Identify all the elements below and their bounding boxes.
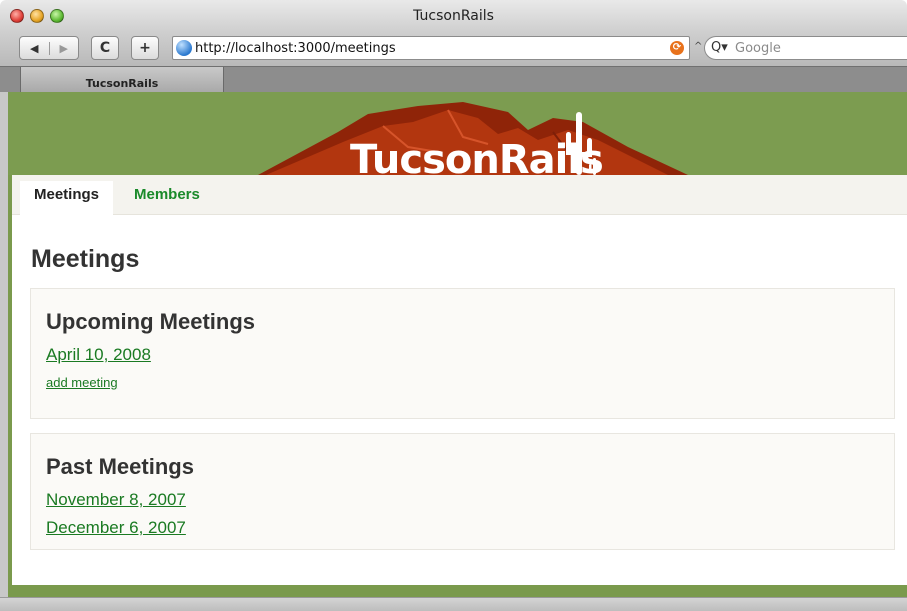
search-icon[interactable]: Q▾ (711, 40, 728, 55)
reload-page-icon[interactable]: ⟳ (670, 41, 684, 55)
snapback-icon[interactable]: ^ (694, 41, 702, 52)
page-footer (8, 585, 907, 597)
window-titlebar: TucsonRails (0, 0, 907, 32)
tab-strip: TucsonRails (0, 66, 907, 92)
window-title: TucsonRails (413, 8, 494, 24)
upcoming-meetings-heading: Upcoming Meetings (46, 309, 256, 334)
site-logo-text[interactable]: TucsonRails (350, 140, 604, 180)
web-page: TucsonRails Meetings Members Meetings Up… (8, 92, 907, 597)
add-bookmark-button[interactable]: + (131, 36, 159, 60)
window-left-edge (0, 92, 8, 597)
tab-tucsonrails[interactable]: TucsonRails (20, 67, 224, 92)
site-banner: TucsonRails (8, 92, 907, 180)
nav-tab-meetings[interactable]: Meetings (20, 181, 114, 215)
main-content: Meetings Members Meetings Upcoming Meeti… (12, 175, 907, 585)
meeting-link[interactable]: November 8, 2007 (46, 490, 186, 510)
browser-toolbar: ◀ ▶ C + http://localhost:3000/meetings ⟳… (0, 32, 907, 66)
back-forward-buttons: ◀ ▶ (19, 36, 79, 60)
past-meetings-panel: Past Meetings November 8, 2007 December … (30, 433, 895, 550)
meeting-link[interactable]: April 10, 2008 (46, 345, 151, 365)
reload-button[interactable]: C (91, 36, 119, 60)
meeting-link[interactable]: December 6, 2007 (46, 518, 186, 538)
search-placeholder: Google (735, 41, 781, 56)
back-button[interactable]: ◀ (20, 42, 49, 55)
upcoming-meetings-panel: Upcoming Meetings April 10, 2008 add mee… (30, 288, 895, 419)
site-nav: Meetings Members (12, 175, 907, 215)
nav-tab-members[interactable]: Members (120, 181, 214, 215)
search-field[interactable]: Q▾ Google (704, 36, 907, 60)
status-bar (0, 597, 907, 611)
address-input[interactable]: http://localhost:3000/meetings (195, 41, 396, 56)
add-meeting-link[interactable]: add meeting (46, 375, 118, 390)
forward-button[interactable]: ▶ (48, 41, 79, 55)
address-bar[interactable]: http://localhost:3000/meetings ⟳ (172, 36, 690, 60)
globe-icon (176, 40, 192, 56)
page-title: Meetings (31, 245, 140, 273)
past-meetings-heading: Past Meetings (46, 454, 194, 479)
